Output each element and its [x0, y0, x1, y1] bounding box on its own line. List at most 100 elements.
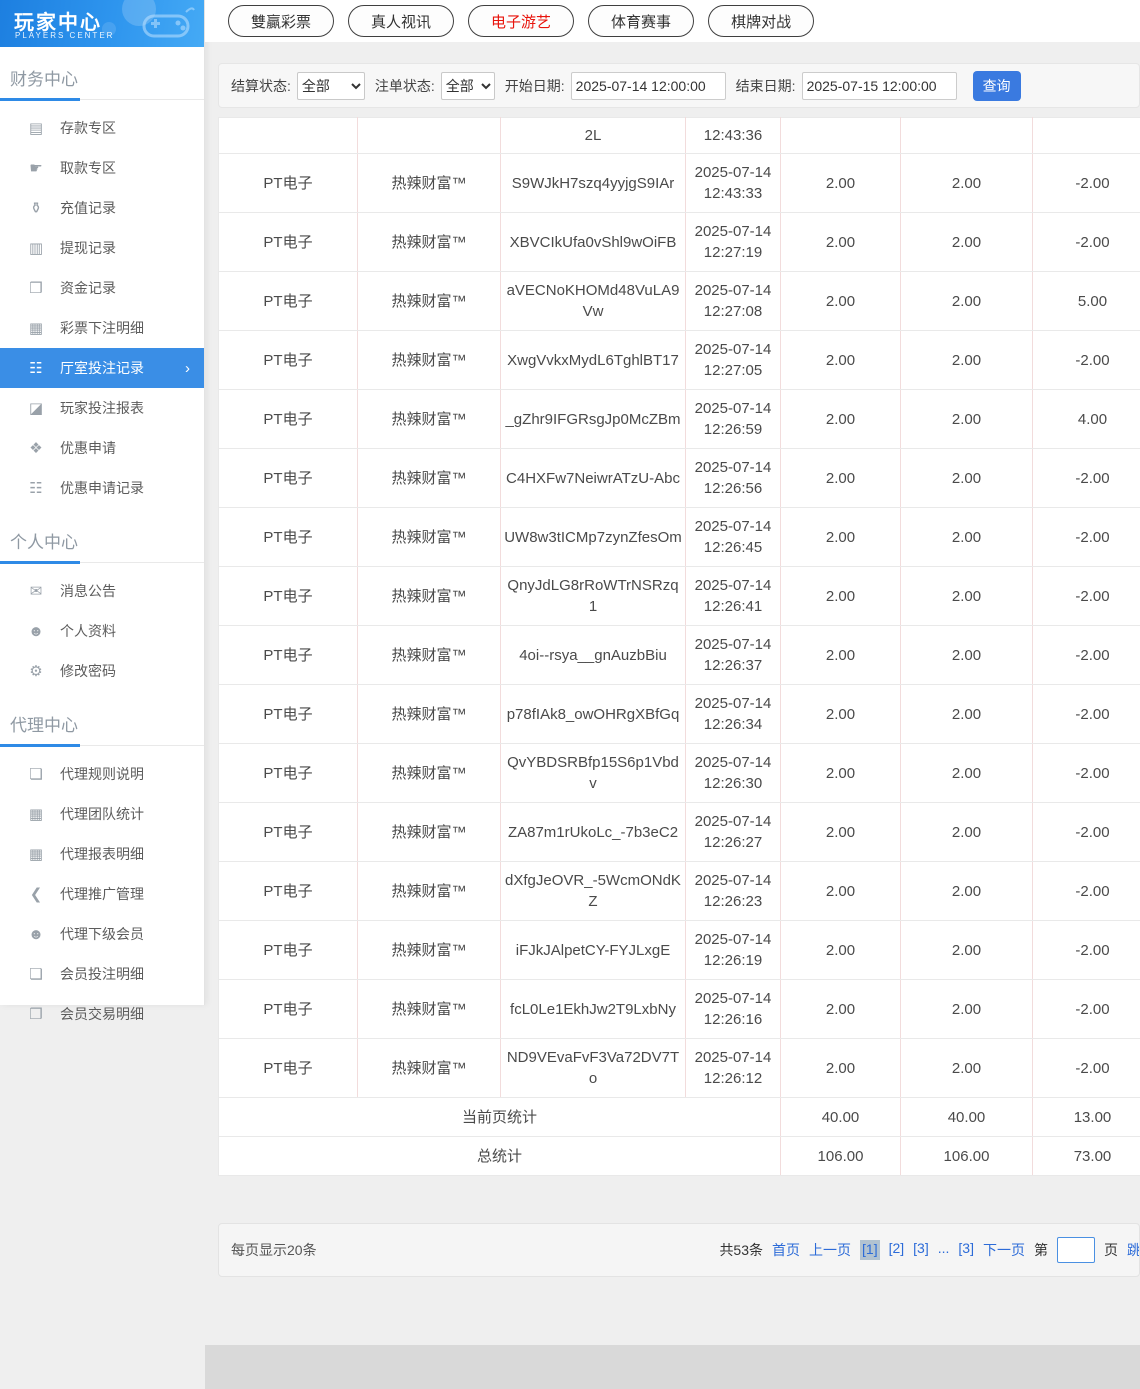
- table-row: PT电子 热辣财富™ XwgVvkxMydL6TghlBT17 2025-07-14 1…: [218, 330, 1140, 390]
- cell-bet: 2.00: [780, 507, 901, 567]
- sidebar-item-promo-apply[interactable]: ❖ 优惠申请: [0, 428, 204, 468]
- sidebar-item-funds-record[interactable]: ❒ 资金记录: [0, 268, 204, 308]
- sidebar-item-member-trade-detail[interactable]: ❒ 会员交易明细: [0, 994, 204, 1034]
- cell-time: 2025-07-14 12:26:12: [685, 1038, 781, 1098]
- sidebar-item-password-gear[interactable]: ⚙ 修改密码: [0, 651, 204, 691]
- tab-体育赛事[interactable]: 体育赛事: [588, 5, 695, 37]
- tab-电子游艺[interactable]: 电子游艺: [468, 5, 575, 37]
- order-status-select[interactable]: 全部: [440, 71, 495, 100]
- cell-time: 2025-07-14 12:26:27: [685, 802, 781, 862]
- promo-apply-record-icon: ☷: [29, 480, 43, 497]
- page-link-1[interactable]: [1]: [860, 1240, 880, 1260]
- sidebar-item-player-bet-report[interactable]: ◪ 玩家投注报表: [0, 388, 204, 428]
- cell-win: 73.00: [1032, 1136, 1140, 1176]
- cell-game: 热辣财富™: [357, 979, 501, 1039]
- cell-time: 2025-07-14 12:26:59: [685, 389, 781, 449]
- sidebar-item-agent-rules-doc[interactable]: ❏ 代理规则说明: [0, 754, 204, 794]
- start-date-input[interactable]: [570, 71, 726, 100]
- cell-platform: PT电子: [218, 743, 358, 803]
- page-link-首页[interactable]: 首页: [772, 1240, 800, 1260]
- table-row: PT电子 热辣财富™ aVECNoKHOMd48VuLA9Vw 2025-07-14 1…: [218, 271, 1140, 331]
- sidebar-item-promo-apply-record[interactable]: ☷ 优惠申请记录: [0, 468, 204, 508]
- table-row: PT电子 热辣财富™ fcL0Le1EkhJw2T9LxbNy 2025-07-14 1…: [218, 979, 1140, 1039]
- cell-order-id: XwgVvkxMydL6TghlBT17: [500, 330, 686, 390]
- per-page-label: 每页显示20条: [231, 1242, 317, 1258]
- cell-order-id: UW8w3tICMp7zynZfesOm: [500, 507, 686, 567]
- table-row: PT电子 热辣财富™ p78fIAk8_owOHRgXBfGq 2025-07-14 1…: [218, 684, 1140, 744]
- cell-win: -2.00: [1032, 1038, 1140, 1098]
- cell-order-id: C4HXFw7NeiwrATzU-Abc: [500, 448, 686, 508]
- cell-valid: 2.00: [900, 566, 1033, 626]
- sidebar-item-agent-report-detail[interactable]: ▦ 代理报表明细: [0, 834, 204, 874]
- query-button[interactable]: 查询: [972, 70, 1021, 101]
- sidebar-item-agent-members[interactable]: ☻ 代理下级会员: [0, 914, 204, 954]
- sidebar-item-hall-bet-record[interactable]: ☷ 厅室投注记录 ›: [0, 348, 204, 388]
- cell-bet: 2.00: [780, 389, 901, 449]
- cell-valid: 2.00: [900, 920, 1033, 980]
- sidebar-item-label: 取款专区: [60, 160, 116, 176]
- recharge-record-icon: ⚱: [29, 200, 43, 217]
- cell-valid: 2.00: [900, 271, 1033, 331]
- cell-platform: PT电子: [218, 448, 358, 508]
- sidebar-item-message-bell[interactable]: ✉ 消息公告: [0, 571, 204, 611]
- cell-order-id: ND9VEvaFvF3Va72DV7To: [500, 1038, 686, 1098]
- cell-platform: PT电子: [218, 802, 358, 862]
- sidebar-item-profile-person[interactable]: ☻ 个人资料: [0, 611, 204, 651]
- filter-bar: 结算状态: 全部 注单状态: 全部 开始日期: 结束日期: 查询: [218, 63, 1140, 108]
- cell-order-id: aVECNoKHOMd48VuLA9Vw: [500, 271, 686, 331]
- tab-雙贏彩票[interactable]: 雙贏彩票: [228, 5, 335, 37]
- settle-status-label: 结算状态:: [231, 77, 291, 94]
- sidebar-item-lottery-bet-detail[interactable]: ▦ 彩票下注明细: [0, 308, 204, 348]
- tab-真人视讯[interactable]: 真人视讯: [348, 5, 455, 37]
- sidebar-item-member-bet-detail[interactable]: ❏ 会员投注明细: [0, 954, 204, 994]
- cell-order-id: 4oi--rsya__gnAuzbBiu: [500, 625, 686, 685]
- sidebar-item-agent-share[interactable]: ❮ 代理推广管理: [0, 874, 204, 914]
- password-gear-icon: ⚙: [29, 663, 43, 680]
- bet-records-table-wrap: 2L 12:43:36 PT电子 热辣财富™ S9WJkH7szq4yyjgS9IAr 2…: [218, 117, 1140, 1176]
- page-link-下一页[interactable]: 下一页: [983, 1240, 1025, 1260]
- sidebar-item-label: 充值记录: [60, 200, 116, 216]
- page-link-3[interactable]: [3]: [913, 1240, 929, 1260]
- order-status-label: 注单状态:: [374, 77, 435, 94]
- cell-bet: 2.00: [780, 271, 901, 331]
- cell-win: [1032, 117, 1140, 154]
- sidebar-item-label: 消息公告: [60, 583, 116, 599]
- cell-bet: 2.00: [780, 212, 901, 272]
- table-row: PT电子 热辣财富™ 4oi--rsya__gnAuzbBiu 2025-07-14 1…: [218, 625, 1140, 685]
- sidebar-item-recharge-record[interactable]: ⚱ 充值记录: [0, 188, 204, 228]
- gamepad-icon: [142, 7, 195, 38]
- settle-status-select[interactable]: 全部: [296, 71, 365, 100]
- cell-bet: 2.00: [780, 1038, 901, 1098]
- sidebar-item-deposit-card[interactable]: ▤ 存款专区: [0, 108, 204, 148]
- jump-go-link[interactable]: 跳转: [1127, 1240, 1139, 1260]
- player-bet-report-icon: ◪: [28, 400, 44, 417]
- cell-platform: PT电子: [218, 920, 358, 980]
- cell-win: -2.00: [1032, 625, 1140, 685]
- tab-棋牌对战[interactable]: 棋牌对战: [708, 5, 815, 37]
- jump-page-input[interactable]: [1057, 1237, 1095, 1263]
- sidebar: 玩家中心 PLAYERS CENTER 财务中心 ▤ 存款专区 ☛ 取款专区 ⚱ 充值记录 ▥…: [0, 0, 205, 1023]
- end-date-input[interactable]: [801, 71, 957, 100]
- sidebar-item-agent-team-stats[interactable]: ▦ 代理团队统计: [0, 794, 204, 834]
- sidebar-item-withdraw-record[interactable]: ▥ 提现记录: [0, 228, 204, 268]
- cell-platform: PT电子: [218, 507, 358, 567]
- cell-bet: 2.00: [780, 802, 901, 862]
- cell-time: 2025-07-14 12:27:05: [685, 330, 781, 390]
- sidebar-item-label: 玩家投注报表: [60, 400, 144, 416]
- page-link-上一页[interactable]: 上一页: [809, 1240, 851, 1260]
- cell-time: 2025-07-14 12:26:45: [685, 507, 781, 567]
- page-link-2[interactable]: [2]: [889, 1240, 905, 1260]
- sidebar-section-title: 个人中心: [0, 516, 204, 564]
- cell-valid: 2.00: [900, 153, 1033, 213]
- cell-platform: PT电子: [218, 389, 358, 449]
- cell-time: 2025-07-14 12:26:30: [685, 743, 781, 803]
- page-link-[interactable]: ...: [938, 1240, 950, 1260]
- page-link-3[interactable]: [3]: [958, 1240, 974, 1260]
- cell-platform: PT电子: [218, 330, 358, 390]
- cell-bet: 2.00: [780, 330, 901, 390]
- table-row: PT电子 热辣财富™ ZA87m1rUkoLc_-7b3eC2 2025-07-14 1…: [218, 802, 1140, 862]
- cell-valid: 2.00: [900, 861, 1033, 921]
- sidebar-item-withdraw-hand[interactable]: ☛ 取款专区: [0, 148, 204, 188]
- sidebar-item-label: 优惠申请: [60, 440, 116, 456]
- cell-bet: 2.00: [780, 153, 901, 213]
